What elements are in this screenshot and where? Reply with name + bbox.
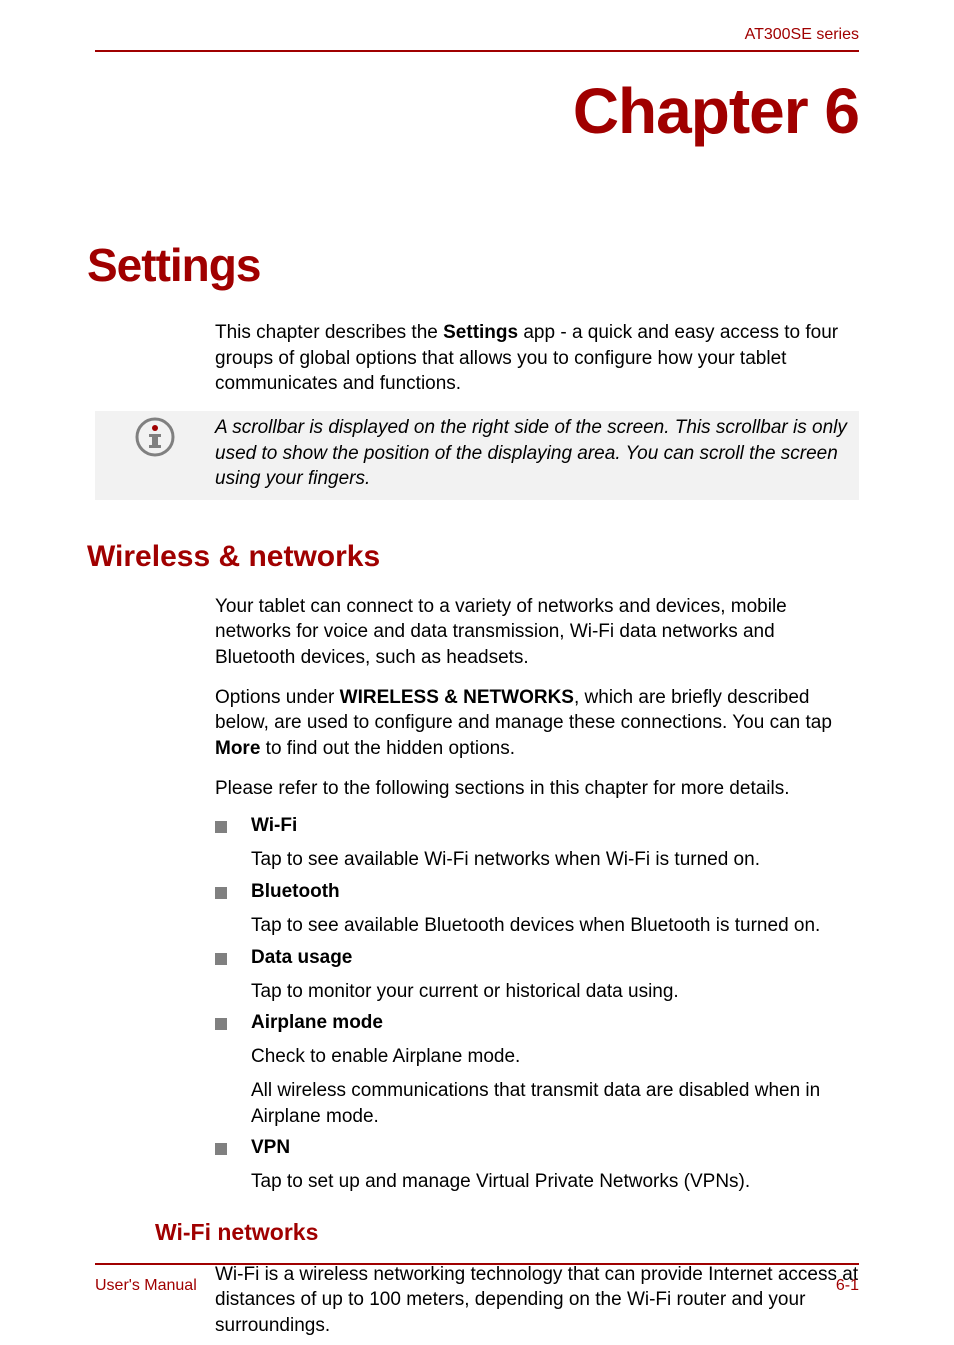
bullet-icon: [215, 1018, 227, 1030]
list-label: Airplane mode: [251, 1012, 859, 1034]
list-label: Data usage: [251, 947, 859, 969]
list-label: Bluetooth: [251, 881, 859, 903]
list-item-vpn: VPN: [215, 1137, 859, 1165]
note-box: A scrollbar is displayed on the right si…: [95, 411, 859, 500]
chapter-title: Chapter 6: [95, 74, 859, 148]
list-item-data-usage: Data usage: [215, 947, 859, 975]
chapter-name: Settings: [87, 238, 859, 292]
bullet-icon: [215, 953, 227, 965]
section-wireless-title: Wireless & networks: [87, 540, 859, 574]
bullet-icon: [215, 887, 227, 899]
bullet-icon: [215, 821, 227, 833]
list-item-airplane: Airplane mode: [215, 1012, 859, 1040]
list-desc: Tap to see available Wi-Fi networks when…: [251, 847, 859, 873]
info-icon: [95, 411, 215, 457]
subsection-wifi-networks: Wi-Fi networks: [155, 1219, 859, 1246]
intro-paragraph: This chapter describes the Settings app …: [215, 320, 859, 397]
list-desc: Tap to monitor your current or historica…: [251, 979, 859, 1005]
footer-right: 6-1: [836, 1277, 859, 1295]
section1-para1: Your tablet can connect to a variety of …: [215, 594, 859, 671]
list-label: VPN: [251, 1137, 859, 1159]
note-text: A scrollbar is displayed on the right si…: [215, 411, 859, 500]
list-desc: All wireless communications that transmi…: [251, 1078, 859, 1129]
list-item-bluetooth: Bluetooth: [215, 881, 859, 909]
footer-left: User's Manual: [95, 1277, 197, 1295]
list-desc: Tap to see available Bluetooth devices w…: [251, 913, 859, 939]
list-label: Wi-Fi: [251, 815, 859, 837]
list-desc: Check to enable Airplane mode.: [251, 1044, 859, 1070]
bullet-icon: [215, 1143, 227, 1155]
section1-para2: Options under WIRELESS & NETWORKS, which…: [215, 685, 859, 762]
list-item-wifi: Wi-Fi: [215, 815, 859, 843]
list-desc: Tap to set up and manage Virtual Private…: [251, 1169, 859, 1195]
section1-para3: Please refer to the following sections i…: [215, 776, 859, 802]
header-series: AT300SE series: [745, 26, 859, 43]
